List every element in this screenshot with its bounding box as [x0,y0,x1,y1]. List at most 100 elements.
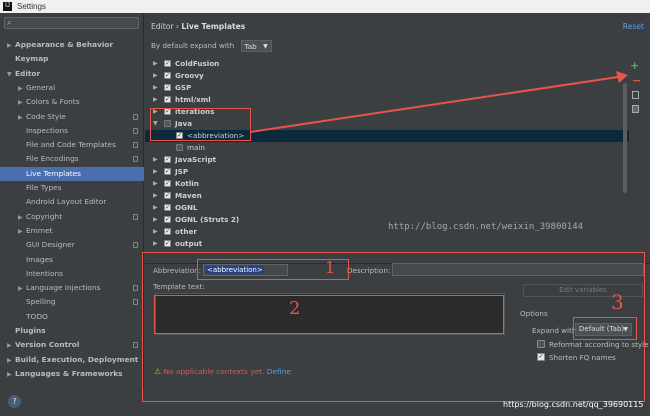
template-checkbox[interactable]: ✓ [164,168,171,175]
project-scope-icon [133,113,138,120]
sidebar-item-label: TODO [26,311,48,321]
chevron-right-icon[interactable]: ▶ [18,111,26,125]
chevron-right-icon[interactable]: ▶ [18,225,26,239]
template-checkbox[interactable]: ✓ [164,180,171,187]
sidebar-item[interactable]: ▼ Editor [0,67,144,81]
template-checkbox[interactable]: ✓ [164,192,171,199]
sidebar-item[interactable]: Intentions [0,267,144,281]
chevron-right-icon[interactable]: ▶ [153,154,158,166]
footer-url: https://blog.csdn.net/qq_39690115 [503,400,644,409]
sidebar-item[interactable]: ▶ Emmet [0,224,144,238]
sidebar-item[interactable]: Android Layout Editor [0,195,144,209]
template-checkbox[interactable]: ✓ [164,156,171,163]
sidebar-item[interactable]: Inspections [0,124,144,138]
sidebar-item-label: Images [26,254,53,264]
chevron-right-icon[interactable]: ▶ [18,211,26,225]
template-label: JavaScript [175,155,217,164]
sidebar-item[interactable]: ▶ General [0,81,144,95]
chevron-right-icon[interactable]: ▶ [153,58,158,70]
intellij-icon: IJ [3,2,12,11]
template-label: OGNL (Struts 2) [175,215,240,224]
search-icon: ⌕ [7,18,12,27]
sidebar-item[interactable]: ▶ Colors & Fonts [0,95,144,109]
chevron-right-icon[interactable]: ▶ [153,202,158,214]
template-group[interactable]: ▶ ✓ Maven [145,190,629,202]
sidebar-item[interactable]: ▶ Languages & Frameworks [0,367,144,381]
template-group[interactable]: ▶ ✓ JSP [145,166,629,178]
live-templates-panel: Editor › Live Templates Reset By default… [142,13,650,416]
template-checkbox[interactable]: ✓ [164,84,171,91]
help-icon[interactable]: ? [8,395,21,408]
project-scope-icon [133,142,138,149]
sidebar-item[interactable]: Images [0,253,144,267]
sidebar-item-label: Plugins [15,326,46,335]
chevron-right-icon[interactable]: ▶ [153,166,158,178]
settings-search-input[interactable]: ⌕ [4,17,139,29]
sidebar-item[interactable]: ▶ Build, Execution, Deployment [0,353,144,367]
chevron-right-icon[interactable]: ▶ [153,226,158,238]
default-expand-dropdown[interactable]: Tab ▼ [240,40,272,52]
chevron-right-icon[interactable]: ▶ [153,94,158,106]
add-template-icon[interactable]: + [630,60,639,71]
template-checkbox[interactable]: ✓ [164,240,171,247]
template-group[interactable]: ▶ ✓ ColdFusion [145,58,629,70]
template-checkbox[interactable]: ✓ [164,216,171,223]
template-group[interactable]: ▶ ✓ output [145,238,629,250]
template-checkbox[interactable]: ✓ [164,228,171,235]
sidebar-item[interactable]: Keymap [0,52,144,66]
template-label: other [175,227,197,236]
sidebar-item[interactable]: File and Code Templates [0,138,144,152]
breadcrumb: Editor › Live Templates [151,22,245,31]
template-checkbox[interactable]: ✓ [164,72,171,79]
template-label: OGNL [175,203,198,212]
sidebar-item[interactable]: Plugins [0,324,144,338]
project-scope-icon [133,156,138,163]
sidebar-item-label: Build, Execution, Deployment [15,354,139,364]
template-checkbox[interactable]: ✓ [164,204,171,211]
sidebar-item[interactable]: Live Templates [0,166,144,181]
template-group[interactable]: ▶ ✓ OGNL [145,202,629,214]
chevron-right-icon[interactable]: ▶ [153,70,158,82]
sidebar-item[interactable]: File Encodings [0,152,144,166]
template-checkbox[interactable]: ✓ [164,96,171,103]
default-expand-label: By default expand with [151,41,235,50]
sidebar-item[interactable]: ▶ Appearance & Behavior [0,38,144,52]
template-group-icon[interactable] [632,105,639,113]
chevron-right-icon[interactable]: ▶ [7,339,15,353]
chevron-right-icon[interactable]: ▶ [18,82,26,96]
copy-template-icon[interactable] [632,91,639,99]
chevron-right-icon[interactable]: ▶ [153,238,158,250]
sidebar-item[interactable]: TODO [0,310,144,324]
chevron-right-icon[interactable]: ▶ [18,96,26,110]
chevron-right-icon[interactable]: ▶ [7,354,15,368]
sidebar-item[interactable]: ▶ Language Injections [0,281,144,295]
chevron-right-icon[interactable]: ▶ [7,368,15,382]
template-group[interactable]: ▶ ✓ GSP [145,82,629,94]
sidebar-item[interactable]: File Types [0,181,144,195]
template-label: Maven [175,191,202,200]
chevron-right-icon[interactable]: ▶ [7,39,15,53]
remove-template-icon[interactable]: − [632,75,641,86]
chevron-right-icon[interactable]: ▶ [153,82,158,94]
chevron-right-icon[interactable]: ▶ [18,282,26,296]
chevron-right-icon[interactable]: ▶ [153,190,158,202]
template-label: Groovy [175,71,204,80]
sidebar-item[interactable]: Spelling [0,295,144,309]
template-checkbox[interactable] [176,144,183,151]
template-item[interactable]: main [145,142,629,154]
template-group[interactable]: ▶ ✓ html/xml [145,94,629,106]
template-group[interactable]: ▶ ✓ Groovy [145,70,629,82]
chevron-down-icon[interactable]: ▼ [7,68,15,82]
sidebar-item-label: Emmet [26,225,53,235]
sidebar-item[interactable]: GUI Designer [0,238,144,252]
sidebar-item[interactable]: ▶ Code Style [0,110,144,124]
sidebar-item[interactable]: ▶ Version Control [0,338,144,352]
template-group[interactable]: ▶ ✓ JavaScript [145,154,629,166]
chevron-right-icon[interactable]: ▶ [153,214,158,226]
sidebar-item[interactable]: ▶ Copyright [0,210,144,224]
templates-scrollbar[interactable] [623,83,627,193]
template-group[interactable]: ▶ ✓ Kotlin [145,178,629,190]
chevron-right-icon[interactable]: ▶ [153,178,158,190]
reset-link[interactable]: Reset [623,22,644,31]
template-checkbox[interactable]: ✓ [164,60,171,67]
